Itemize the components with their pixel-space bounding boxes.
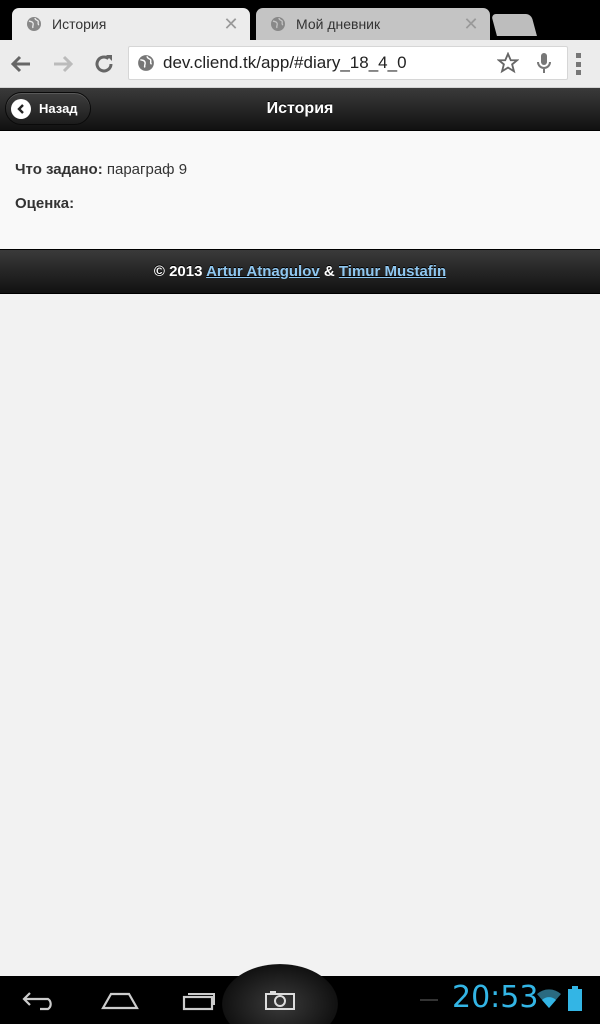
assigned-value: параграф 9	[106, 161, 188, 178]
address-bar[interactable]: dev.cliend.tk/app/#diary_18_4_0	[128, 46, 568, 80]
system-home-icon[interactable]	[90, 982, 150, 1018]
close-tab-icon[interactable]: ✕	[220, 13, 242, 35]
globe-icon	[138, 55, 154, 71]
close-tab-icon[interactable]: ✕	[460, 13, 482, 35]
wifi-icon	[536, 988, 562, 1015]
reload-icon[interactable]	[88, 48, 120, 80]
system-recent-apps-icon[interactable]	[170, 982, 230, 1018]
grade-label: Оценка:	[15, 195, 75, 212]
globe-icon	[271, 17, 285, 31]
grade-row: Оценка:	[15, 195, 585, 212]
diary-entry: Что задано: параграф 9 Оценка:	[0, 131, 600, 249]
assigned-label: Что задано:	[15, 161, 103, 178]
tab-title: История	[52, 16, 107, 32]
browser-tab-strip: История ✕ Мой дневник ✕	[0, 0, 600, 40]
notification-dash	[420, 999, 438, 1001]
app-header: История Назад	[0, 88, 600, 131]
forward-arrow-icon[interactable]	[47, 48, 79, 80]
back-button-label: Назад	[39, 101, 78, 116]
overflow-menu-icon[interactable]	[566, 50, 590, 78]
assigned-row: Что задано: параграф 9	[15, 161, 585, 178]
tab-title: Мой дневник	[296, 16, 381, 32]
microphone-icon[interactable]	[531, 50, 557, 76]
chevron-left-icon	[11, 98, 31, 119]
footer-separator: &	[323, 263, 335, 280]
back-arrow-icon[interactable]	[5, 48, 37, 80]
system-nav-bar: 20:53	[0, 964, 600, 1024]
bookmark-star-icon[interactable]	[495, 50, 521, 76]
page-footer: © 2013 Artur Atnagulov & Timur Mustafin	[0, 249, 600, 294]
status-clock: 20:53	[452, 980, 539, 1015]
browser-toolbar: dev.cliend.tk/app/#diary_18_4_0	[0, 40, 600, 88]
tab-my-diary[interactable]: Мой дневник ✕	[256, 8, 490, 40]
url-text[interactable]: dev.cliend.tk/app/#diary_18_4_0	[163, 53, 495, 73]
author-link-artur[interactable]: Artur Atnagulov	[206, 263, 320, 280]
new-tab-button[interactable]	[491, 14, 537, 36]
back-button[interactable]: Назад	[5, 92, 91, 125]
copyright-text: © 2013	[153, 263, 203, 280]
battery-icon	[568, 986, 582, 1017]
author-link-timur[interactable]: Timur Mustafin	[339, 263, 446, 280]
globe-icon	[27, 17, 41, 31]
screenshot-camera-icon[interactable]	[250, 982, 310, 1018]
system-back-icon[interactable]	[10, 982, 70, 1018]
tab-history[interactable]: История ✕	[12, 8, 250, 40]
